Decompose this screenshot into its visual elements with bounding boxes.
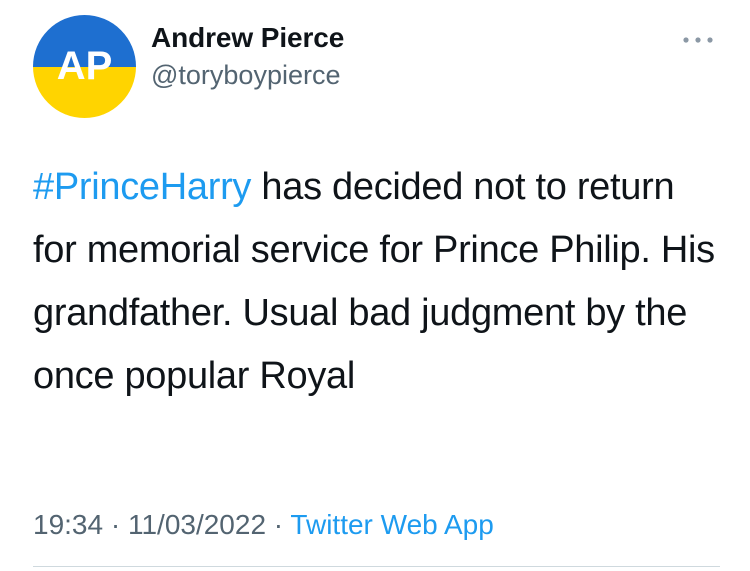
- more-options-button[interactable]: [678, 26, 718, 54]
- tweet-time[interactable]: 19:34: [33, 509, 103, 540]
- avatar-image: AP: [33, 15, 136, 118]
- tweet-meta: 19:34 · 11/03/2022 · Twitter Web App: [33, 509, 494, 541]
- tweet-source-link[interactable]: Twitter Web App: [290, 509, 493, 540]
- avatar[interactable]: AP: [33, 15, 136, 118]
- meta-separator: ·: [266, 509, 291, 540]
- tweet-date[interactable]: 11/03/2022: [128, 509, 266, 540]
- tweet-card: AP Andrew Pierce @toryboypierce #PrinceH…: [0, 0, 750, 571]
- divider: [33, 566, 720, 567]
- avatar-initials: AP: [57, 44, 113, 88]
- more-horizontal-icon: [683, 37, 713, 43]
- hashtag-link[interactable]: #PrinceHarry: [33, 166, 251, 208]
- display-name[interactable]: Andrew Pierce: [151, 22, 344, 54]
- meta-separator: ·: [103, 509, 128, 540]
- tweet-text: #PrinceHarry has decided not to return f…: [33, 156, 723, 408]
- username-handle[interactable]: @toryboypierce: [151, 60, 341, 91]
